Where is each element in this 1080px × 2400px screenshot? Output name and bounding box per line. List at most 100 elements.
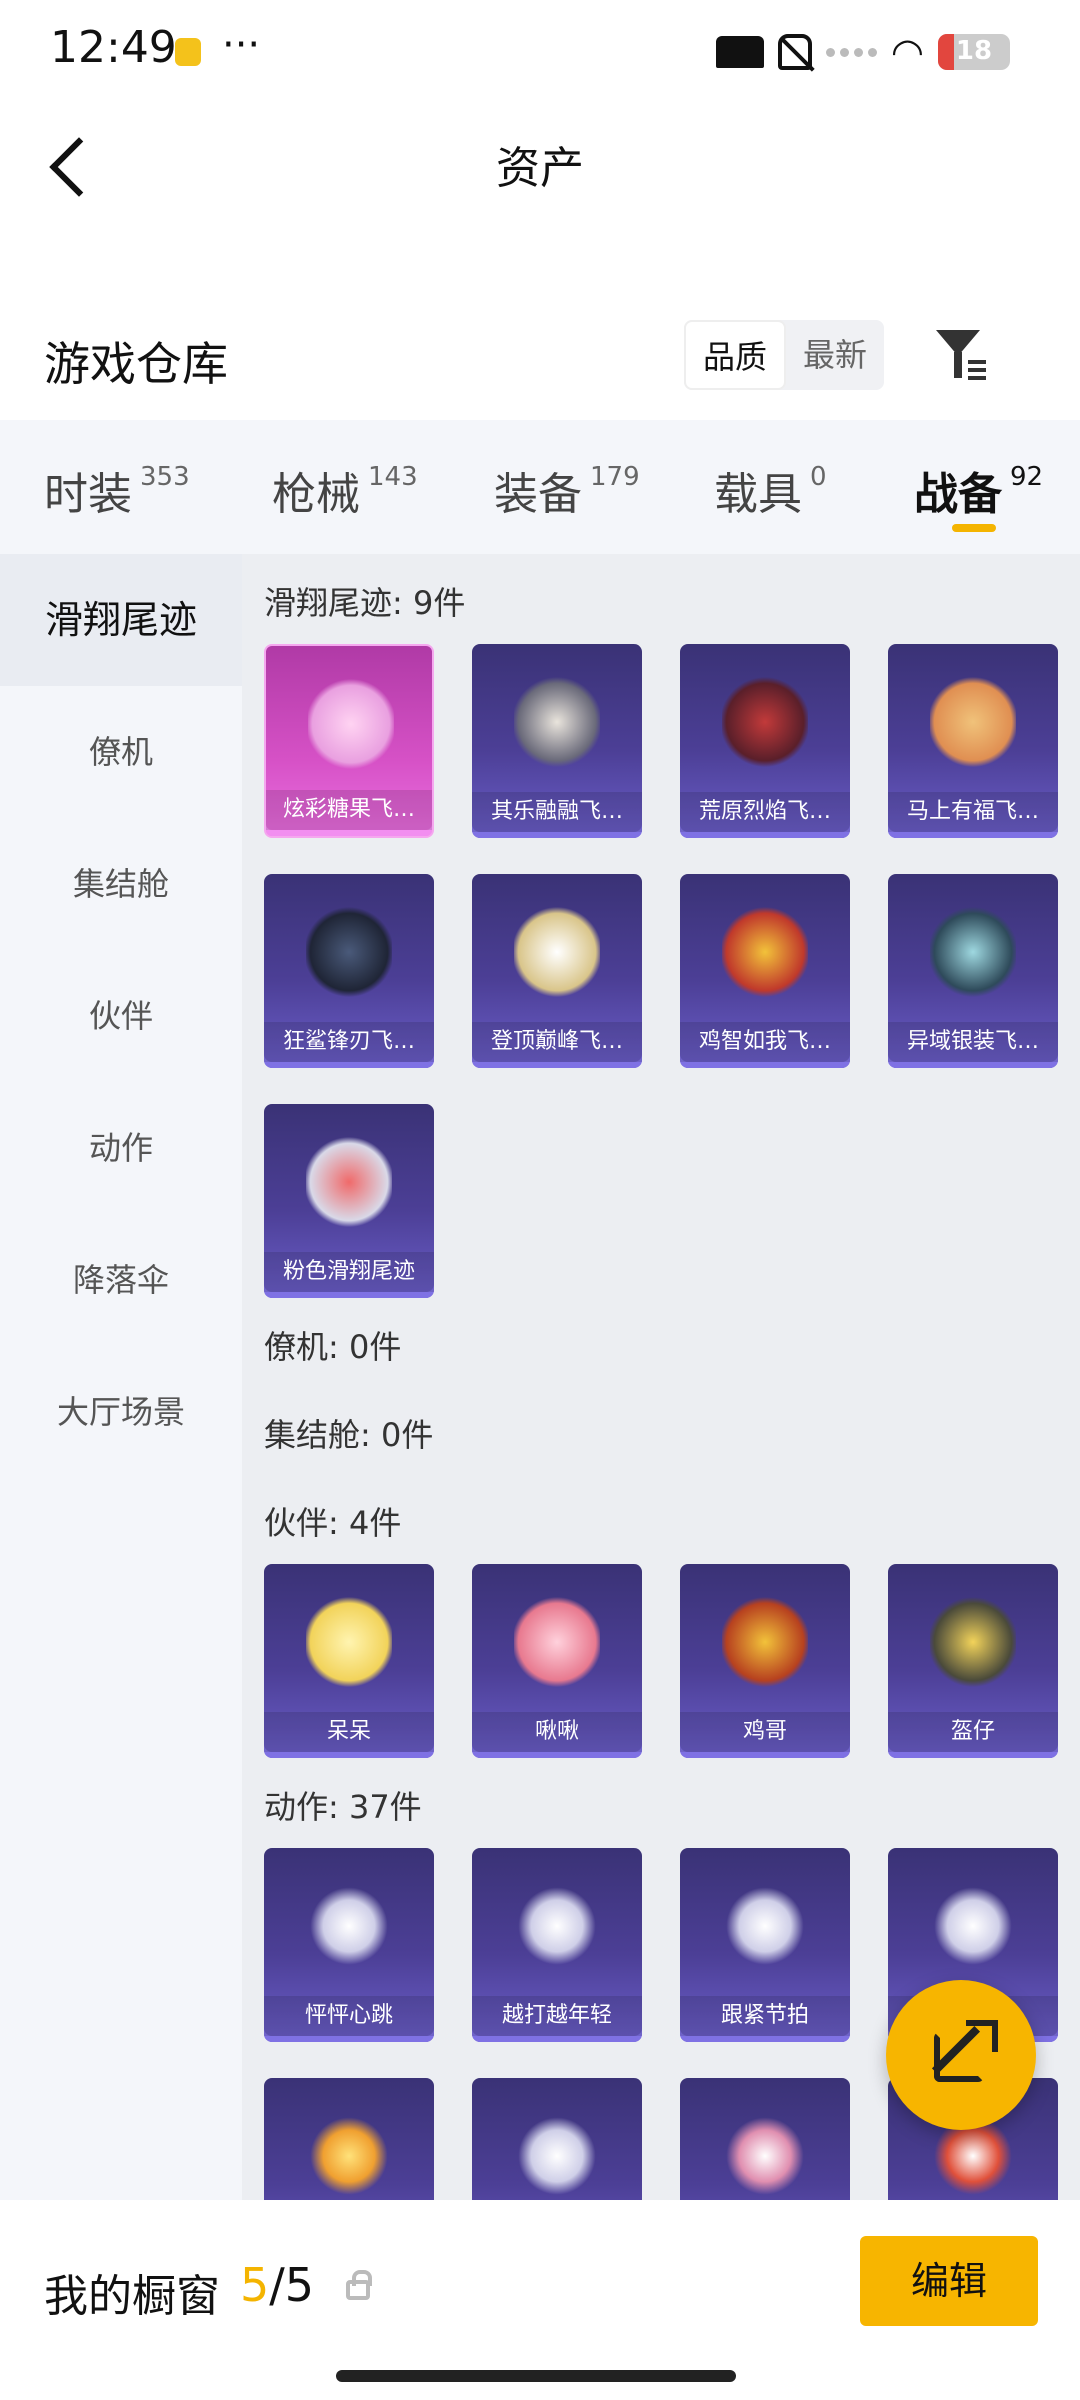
item-name: 呆呆 xyxy=(264,1712,434,1752)
item-name: 跟紧节拍 xyxy=(680,1996,850,2036)
item-card[interactable]: 盔仔 xyxy=(888,1564,1058,1758)
sidebar-item-rally-pod[interactable]: 集结舱 xyxy=(0,818,242,950)
section-title-emote: 动作: 37件 xyxy=(264,1788,422,1826)
tab-vehicles[interactable]: 载具 0 xyxy=(714,458,827,522)
item-image xyxy=(930,1878,1016,1974)
item-image xyxy=(514,904,600,1000)
item-card[interactable]: 炫彩糖果飞… xyxy=(264,644,434,838)
sidebar-item-glide-trail[interactable]: 滑翔尾迹 xyxy=(0,554,242,686)
item-image xyxy=(930,1594,1016,1690)
status-bar: 12:49 ··· ◠ 18 xyxy=(0,0,1080,110)
item-card[interactable] xyxy=(680,2078,850,2204)
item-image xyxy=(514,1878,600,1974)
asset-page: 12:49 ··· ◠ 18 资产 游戏仓库 品质 最新 时装 353 枪械 1… xyxy=(0,0,1080,2400)
item-card[interactable]: 荒原烈焰飞… xyxy=(680,644,850,838)
item-card[interactable]: 越打越年轻 xyxy=(472,1848,642,2042)
item-name: 其乐融融飞… xyxy=(472,792,642,832)
item-card[interactable]: 跟紧节拍 xyxy=(680,1848,850,2042)
item-image xyxy=(930,674,1016,770)
tab-label: 战备 xyxy=(914,469,1002,520)
item-image xyxy=(306,2108,392,2204)
item-card[interactable]: 异域银装飞… xyxy=(888,874,1058,1068)
item-name: 登顶巅峰飞… xyxy=(472,1022,642,1062)
item-card[interactable]: 登顶巅峰飞… xyxy=(472,874,642,1068)
item-name: 炫彩糖果飞… xyxy=(266,790,432,830)
item-card[interactable]: 粉色滑翔尾迹 xyxy=(264,1104,434,1298)
showcase-current: 5 xyxy=(240,2258,270,2312)
item-card[interactable]: 狂鲨锋刃飞… xyxy=(264,874,434,1068)
tab-battle-gear[interactable]: 战备 92 xyxy=(914,458,1043,522)
status-time: 12:49 xyxy=(50,22,177,73)
item-card[interactable]: 其乐融融飞… xyxy=(472,644,642,838)
item-card[interactable]: 呆呆 xyxy=(264,1564,434,1758)
status-icons: ◠ 18 xyxy=(715,30,1010,74)
sidebar-item-emote[interactable]: 动作 xyxy=(0,1082,242,1214)
lock-icon xyxy=(346,2270,372,2300)
sleep-mode-icon xyxy=(715,36,764,68)
share-button[interactable] xyxy=(886,1980,1036,2130)
tab-label: 载具 xyxy=(714,469,802,520)
sidebar-item-lobby-scene[interactable]: 大厅场景 xyxy=(0,1346,242,1478)
item-image xyxy=(514,1594,600,1690)
item-name: 鸡智如我飞… xyxy=(680,1022,850,1062)
item-name: 异域银装飞… xyxy=(888,1022,1058,1062)
item-card[interactable]: 鸡智如我飞… xyxy=(680,874,850,1068)
item-image xyxy=(514,674,600,770)
filter-button[interactable] xyxy=(930,322,990,388)
tab-label: 装备 xyxy=(494,469,582,520)
wifi-icon: ◠ xyxy=(890,30,924,74)
item-name: 荒原烈焰飞… xyxy=(680,792,850,832)
item-card[interactable]: 怦怦心跳 xyxy=(264,1848,434,2042)
item-name: 粉色滑翔尾迹 xyxy=(264,1252,434,1292)
item-name: 啾啾 xyxy=(472,1712,642,1752)
item-image xyxy=(306,1878,392,1974)
page-title: 资产 xyxy=(496,143,584,194)
section-title-rally-pod: 集结舱: 0件 xyxy=(264,1416,434,1454)
item-card[interactable]: 鸡哥 xyxy=(680,1564,850,1758)
tab-label: 枪械 xyxy=(272,469,360,520)
tab-weapons[interactable]: 枪械 143 xyxy=(272,458,418,522)
item-image xyxy=(722,904,808,1000)
active-tab-indicator xyxy=(952,524,996,532)
item-name: 鸡哥 xyxy=(680,1712,850,1752)
tab-equipment[interactable]: 装备 179 xyxy=(494,458,640,522)
item-image xyxy=(930,904,1016,1000)
mute-icon xyxy=(777,34,812,70)
item-name: 盔仔 xyxy=(888,1712,1058,1752)
sidebar-item-wingman[interactable]: 僚机 xyxy=(0,686,242,818)
signal-icon xyxy=(825,47,877,57)
section-title-trail: 滑翔尾迹: 9件 xyxy=(264,584,466,622)
sort-toggle: 品质 最新 xyxy=(684,320,884,390)
warehouse-header: 游戏仓库 品质 最新 xyxy=(0,300,1080,420)
showcase-label: 我的橱窗 xyxy=(44,2271,220,2322)
item-name: 怦怦心跳 xyxy=(264,1996,434,2036)
item-image xyxy=(722,1594,808,1690)
battery-icon: 18 xyxy=(938,34,1010,70)
item-image xyxy=(722,1878,808,1974)
category-tabs: 时装 353 枪械 143 装备 179 载具 0 战备 92 xyxy=(0,420,1080,554)
item-image xyxy=(306,1134,392,1230)
tab-label: 时装 xyxy=(44,469,132,520)
category-sidebar: 滑翔尾迹 僚机 集结舱 伙伴 动作 降落伞 大厅场景 xyxy=(0,554,242,2204)
tab-fashion[interactable]: 时装 353 xyxy=(44,458,190,522)
item-image xyxy=(306,904,392,1000)
item-name: 狂鲨锋刃飞… xyxy=(264,1022,434,1062)
battery-level: 18 xyxy=(955,36,993,66)
sidebar-item-parachute[interactable]: 降落伞 xyxy=(0,1214,242,1346)
sort-quality-button[interactable]: 品质 xyxy=(684,320,786,390)
sort-newest-button[interactable]: 最新 xyxy=(786,320,884,390)
nav-header: 资产 xyxy=(0,110,1080,230)
item-card[interactable] xyxy=(472,2078,642,2204)
item-name: 马上有福飞… xyxy=(888,792,1058,832)
home-indicator[interactable] xyxy=(336,2370,736,2382)
sidebar-item-partner[interactable]: 伙伴 xyxy=(0,950,242,1082)
edit-button[interactable]: 编辑 xyxy=(860,2236,1038,2326)
tab-count: 0 xyxy=(810,462,827,492)
item-card[interactable]: 啾啾 xyxy=(472,1564,642,1758)
section-title-wingman: 僚机: 0件 xyxy=(264,1328,402,1366)
item-image xyxy=(306,1594,392,1690)
item-card[interactable] xyxy=(264,2078,434,2204)
item-card[interactable]: 马上有福飞… xyxy=(888,644,1058,838)
item-image xyxy=(514,2108,600,2204)
section-title-partner: 伙伴: 4件 xyxy=(264,1504,402,1542)
